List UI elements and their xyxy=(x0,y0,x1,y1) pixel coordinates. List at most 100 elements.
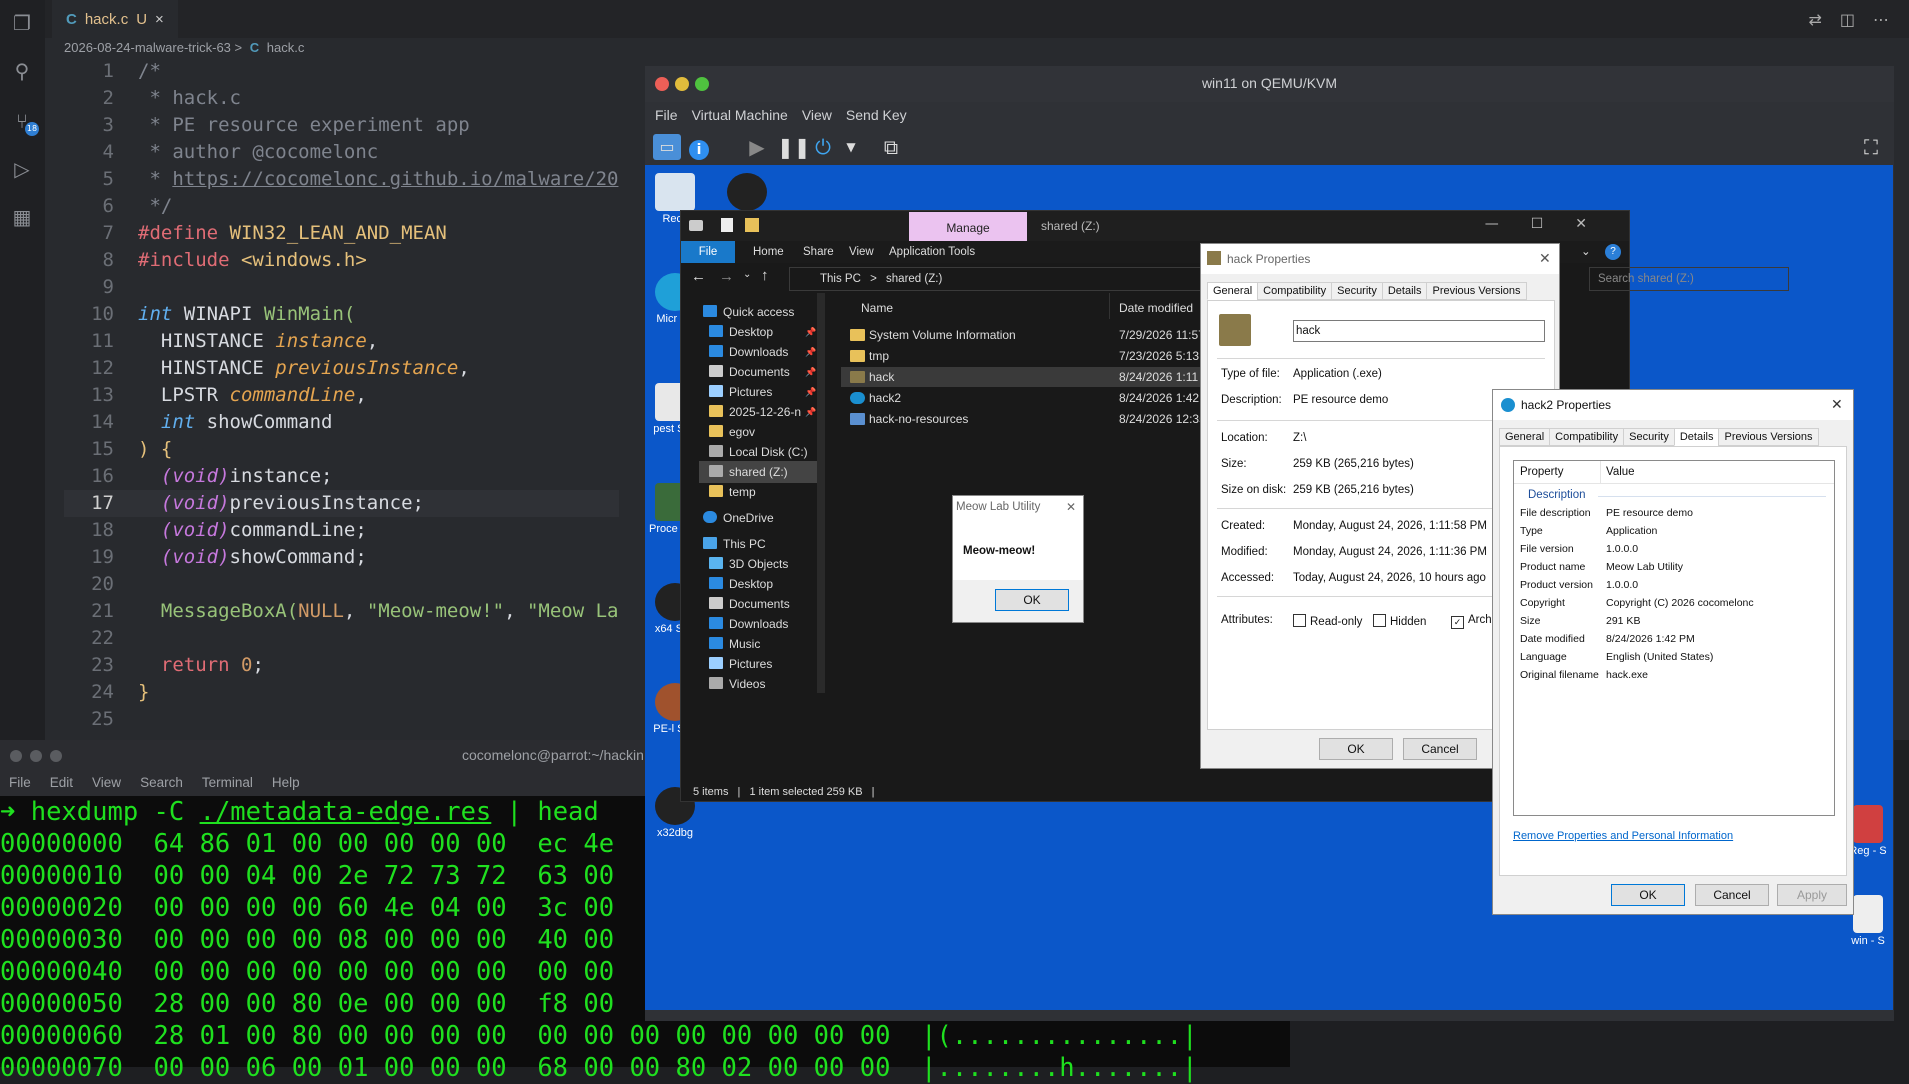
breadcrumb-file[interactable]: hack.c xyxy=(267,40,305,55)
snapshot-icon[interactable]: ⧉ xyxy=(877,134,905,160)
column-date-header[interactable]: Date modified xyxy=(1119,301,1193,315)
ribbon-application-tools-tab[interactable]: Application Tools xyxy=(889,241,975,263)
forward-icon[interactable]: → xyxy=(719,268,734,285)
nav-onedrive[interactable]: OneDrive xyxy=(703,507,774,529)
compare-icon[interactable]: ⇄ xyxy=(1808,10,1821,29)
details-list[interactable]: Property Value Description File descript… xyxy=(1513,460,1835,816)
tab-security[interactable]: Security xyxy=(1623,428,1675,446)
help-icon[interactable]: ? xyxy=(1605,244,1621,260)
file-name-field[interactable]: hack xyxy=(1293,320,1545,342)
search-icon[interactable]: ⚲ xyxy=(11,60,33,82)
info-icon[interactable]: i xyxy=(685,134,713,160)
menu-help[interactable]: Help xyxy=(272,770,300,796)
fullscreen-icon[interactable]: ⛶ xyxy=(1857,134,1885,160)
nav-folder-2025[interactable]: 2025-12-26-n 📌 xyxy=(709,401,816,423)
ribbon-share-tab[interactable]: Share xyxy=(803,241,834,263)
nav-documents-2[interactable]: Documents xyxy=(709,593,790,615)
tab-details[interactable]: Details xyxy=(1381,282,1428,300)
nav-this-pc[interactable]: This PC xyxy=(703,533,766,555)
ribbon-home-tab[interactable]: Home xyxy=(753,241,784,263)
tab-general[interactable]: General xyxy=(1207,282,1259,300)
menu-file[interactable]: File xyxy=(9,770,31,796)
play-icon[interactable]: ▶ xyxy=(743,134,771,160)
address-shared[interactable]: shared (Z:) xyxy=(886,273,942,285)
cancel-button[interactable]: Cancel xyxy=(1695,884,1769,906)
nav-egov[interactable]: egov xyxy=(709,421,755,443)
chevron-down-icon[interactable]: ⌄ xyxy=(1581,241,1591,263)
ribbon-file-tab[interactable]: File xyxy=(681,241,735,263)
nav-downloads-2[interactable]: Downloads xyxy=(709,613,788,635)
tab-security[interactable]: Security xyxy=(1331,282,1383,300)
nav-quick-access[interactable]: Quick access xyxy=(703,301,794,323)
more-actions-icon[interactable]: ⋯ xyxy=(1873,10,1889,29)
menu-virtual-machine[interactable]: Virtual Machine xyxy=(692,102,788,128)
nav-music[interactable]: Music xyxy=(709,633,760,655)
close-icon[interactable]: ✕ xyxy=(1575,216,1619,232)
bug-icon[interactable] xyxy=(717,173,777,213)
apply-button[interactable]: Apply xyxy=(1777,884,1847,906)
monitor-icon[interactable]: ▭ xyxy=(653,134,681,160)
manage-tab[interactable]: Manage xyxy=(909,212,1027,241)
power-icon[interactable]: ⏻ xyxy=(809,134,837,160)
close-icon[interactable]: ✕ xyxy=(1539,250,1551,267)
nav-desktop[interactable]: Desktop 📌 xyxy=(709,321,816,343)
nav-pictures-2[interactable]: Pictures xyxy=(709,653,772,675)
nav-temp[interactable]: temp xyxy=(709,481,756,503)
tab-compatibility[interactable]: Compatibility xyxy=(1257,282,1333,300)
nav-desktop-2[interactable]: Desktop xyxy=(709,573,773,595)
pause-icon[interactable]: ❚❚ xyxy=(777,134,811,160)
search-input[interactable]: Search shared (Z:) xyxy=(1589,267,1789,291)
url-link[interactable]: https://cocomelonc.github.io/malware/20 xyxy=(172,168,618,190)
close-icon[interactable]: ✕ xyxy=(1831,396,1843,413)
nav-shared[interactable]: shared (Z:) xyxy=(699,461,825,483)
close-dot-icon[interactable] xyxy=(10,750,22,762)
tab-details[interactable]: Details xyxy=(1673,428,1720,446)
tab-previous-versions[interactable]: Previous Versions xyxy=(1426,282,1527,300)
cancel-button[interactable]: Cancel xyxy=(1403,738,1477,760)
close-icon[interactable]: ✕ xyxy=(1066,500,1076,514)
maximize-icon[interactable]: ☐ xyxy=(1531,216,1576,232)
tab-general[interactable]: General xyxy=(1499,428,1551,446)
ok-button[interactable]: OK xyxy=(1611,884,1685,906)
nav-videos[interactable]: Videos xyxy=(709,673,765,695)
tab-compatibility[interactable]: Compatibility xyxy=(1549,428,1625,446)
chevron-down-icon[interactable]: ▼ xyxy=(837,134,865,160)
nav-documents[interactable]: Documents 📌 xyxy=(709,361,816,383)
code-editor[interactable]: 1/* 2 * hack.c 3 * PE resource experimen… xyxy=(64,58,619,733)
maximize-dot-icon[interactable] xyxy=(50,750,62,762)
menu-view[interactable]: View xyxy=(802,102,832,128)
breadcrumb-folder[interactable]: 2026-08-24-malware-trick-63 xyxy=(64,40,231,55)
run-debug-icon[interactable]: ▷ xyxy=(11,158,33,180)
nav-3d-objects[interactable]: 3D Objects xyxy=(709,553,788,575)
nav-pictures[interactable]: Pictures 📌 xyxy=(709,381,816,403)
remove-properties-link[interactable]: Remove Properties and Personal Informati… xyxy=(1513,830,1733,842)
menu-search[interactable]: Search xyxy=(140,770,183,796)
column-name-header[interactable]: Name xyxy=(861,301,893,315)
column-property-header[interactable]: Property xyxy=(1520,466,1563,478)
files-icon[interactable]: ❐ xyxy=(11,12,33,34)
address-this-pc[interactable]: This PC xyxy=(820,273,861,285)
menu-file[interactable]: File xyxy=(655,102,678,128)
ribbon-view-tab[interactable]: View xyxy=(849,241,874,263)
archive-checkbox[interactable]: ✓ Archi xyxy=(1451,614,1494,629)
recent-icon[interactable]: ⌄ xyxy=(743,269,751,280)
minimize-dot-icon[interactable] xyxy=(30,750,42,762)
close-icon[interactable]: × xyxy=(155,11,164,28)
ok-button[interactable]: OK xyxy=(995,589,1069,611)
new-folder-icon[interactable] xyxy=(745,218,759,232)
menu-view[interactable]: View xyxy=(92,770,121,796)
split-editor-icon[interactable]: ◫ xyxy=(1840,10,1855,29)
back-icon[interactable]: ← xyxy=(691,268,706,285)
readonly-checkbox[interactable]: Read-only xyxy=(1293,614,1362,628)
column-value-header[interactable]: Value xyxy=(1606,466,1635,478)
tab-previous-versions[interactable]: Previous Versions xyxy=(1718,428,1819,446)
hidden-checkbox[interactable]: Hidden xyxy=(1373,614,1426,628)
ok-button[interactable]: OK xyxy=(1319,738,1393,760)
up-icon[interactable]: ↑ xyxy=(761,267,769,284)
properties-icon[interactable] xyxy=(721,218,733,232)
nav-scrollbar[interactable] xyxy=(817,293,825,693)
editor-tab[interactable]: C hack.c U × xyxy=(52,0,178,38)
menu-edit[interactable]: Edit xyxy=(50,770,73,796)
menu-send-key[interactable]: Send Key xyxy=(846,102,907,128)
menu-terminal[interactable]: Terminal xyxy=(202,770,253,796)
